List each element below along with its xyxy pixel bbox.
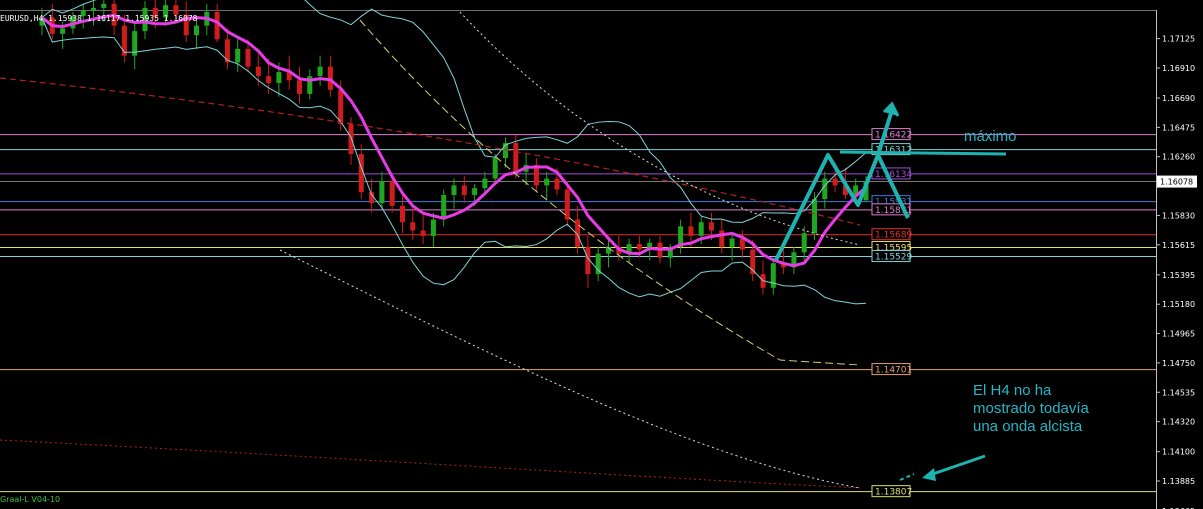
chart-window[interactable]: 1.16422 1.16312 1.16134 1.15931 1.15871 1.156… bbox=[0, 0, 1203, 509]
candle-body-50 bbox=[554, 178, 560, 190]
price-tick-label-2: 1.16690 bbox=[1162, 94, 1195, 103]
candle-body-34 bbox=[389, 181, 395, 206]
candle-body-22 bbox=[266, 76, 272, 83]
level-label-5: 1.15689 bbox=[875, 231, 912, 241]
candle-body-2 bbox=[60, 28, 66, 34]
moving-average-magenta bbox=[41, 13, 867, 268]
candle-body-36 bbox=[410, 222, 416, 231]
price-tick-label-10: 1.14750 bbox=[1162, 359, 1195, 368]
candle-body-44 bbox=[492, 158, 498, 179]
envelope-yellow-dashed bbox=[359, 19, 861, 366]
candle-body-41 bbox=[461, 185, 467, 195]
ma-red-dotted-long bbox=[0, 439, 861, 489]
candle-body-19 bbox=[235, 48, 241, 63]
candle-body-58 bbox=[636, 244, 642, 250]
level-label-8: 1.14701 bbox=[875, 366, 912, 376]
candle-body-15 bbox=[194, 25, 199, 36]
price-tick-label-3: 1.16475 bbox=[1162, 123, 1195, 132]
indicator-label: Graal-L V04-10 bbox=[0, 495, 61, 504]
candle-body-6 bbox=[101, 3, 107, 8]
level-label-0: 1.16422 bbox=[875, 131, 912, 141]
ma-red-dashed bbox=[0, 77, 861, 226]
candle-body-20 bbox=[245, 48, 251, 67]
candle-body-42 bbox=[472, 188, 478, 195]
price-tick-label-13: 1.14100 bbox=[1162, 448, 1195, 457]
level-label-9: 1.13807 bbox=[875, 488, 912, 498]
candle-body-46 bbox=[513, 143, 519, 172]
candle-body-35 bbox=[400, 205, 405, 223]
annotation-h4-note: El H4 no ha mostrado todavía una onda al… bbox=[973, 382, 1133, 436]
annotation-h4-line-3: una onda alcista bbox=[973, 418, 1083, 435]
candle-body-30 bbox=[348, 123, 354, 154]
level-label-7: 1.15529 bbox=[875, 253, 912, 263]
annotation-maximo-line bbox=[839, 150, 1007, 156]
candle-body-65 bbox=[709, 222, 714, 231]
annotation-h4-arrow-shaft bbox=[929, 454, 986, 477]
candle-body-77 bbox=[832, 178, 838, 186]
candle-body-75 bbox=[812, 199, 817, 234]
price-tick-label-12: 1.14320 bbox=[1162, 418, 1195, 427]
candle-body-25 bbox=[297, 80, 302, 94]
candle-body-23 bbox=[276, 72, 282, 83]
candle-body-43 bbox=[482, 178, 488, 189]
annotation-h4-arrow-head bbox=[922, 468, 936, 481]
price-tick-label-5: 1.15830 bbox=[1162, 211, 1195, 220]
annotation-h4-line-2: mostrado todavía bbox=[973, 400, 1089, 417]
candle-body-39 bbox=[441, 194, 447, 220]
price-tick-label-6: 1.15615 bbox=[1162, 241, 1195, 250]
candle-body-21 bbox=[255, 66, 261, 77]
annotation-maximo: máximo bbox=[964, 128, 1017, 145]
candle-body-5 bbox=[91, 7, 96, 11]
price-tick-label-7: 1.15395 bbox=[1162, 271, 1195, 280]
symbol-ohlc-header: EURUSD,H4 1.15938 1.16117 1.15935 1.1607… bbox=[0, 14, 198, 23]
price-tick-label-0: 1.17125 bbox=[1162, 35, 1195, 44]
current-price-label: 1.16078 bbox=[1160, 178, 1193, 187]
price-tick-label-1: 1.16910 bbox=[1162, 64, 1195, 73]
price-tick-label-4: 1.16260 bbox=[1162, 153, 1195, 162]
candle-body-8 bbox=[121, 25, 127, 56]
price-tick-label-11: 1.14535 bbox=[1162, 388, 1195, 397]
candle-body-67 bbox=[729, 238, 735, 247]
level-label-2: 1.16134 bbox=[875, 170, 912, 180]
candle-body-71 bbox=[770, 263, 776, 288]
candle-body-66 bbox=[719, 230, 725, 247]
price-tick-label-14: 1.13885 bbox=[1162, 477, 1195, 486]
candle-body-29 bbox=[338, 89, 344, 124]
candle-body-27 bbox=[317, 66, 323, 77]
candle-body-37 bbox=[420, 230, 426, 236]
candle-body-64 bbox=[698, 222, 704, 236]
price-tick-label-9: 1.14965 bbox=[1162, 330, 1195, 339]
candle-body-68 bbox=[739, 238, 745, 250]
bollinger-lower-band bbox=[41, 17, 867, 305]
candle-body-40 bbox=[451, 185, 457, 195]
price-axis-line bbox=[1156, 10, 1157, 509]
annotation-h4-line-1: El H4 no ha bbox=[973, 382, 1052, 399]
price-tick-label-8: 1.15180 bbox=[1162, 300, 1195, 309]
candle-body-38 bbox=[430, 219, 436, 236]
candle-body-63 bbox=[688, 226, 694, 236]
candle-body-49 bbox=[544, 178, 550, 186]
annotation-h4-arrow-tail bbox=[899, 473, 915, 481]
candle-body-74 bbox=[801, 233, 807, 253]
candle-body-33 bbox=[379, 181, 385, 204]
